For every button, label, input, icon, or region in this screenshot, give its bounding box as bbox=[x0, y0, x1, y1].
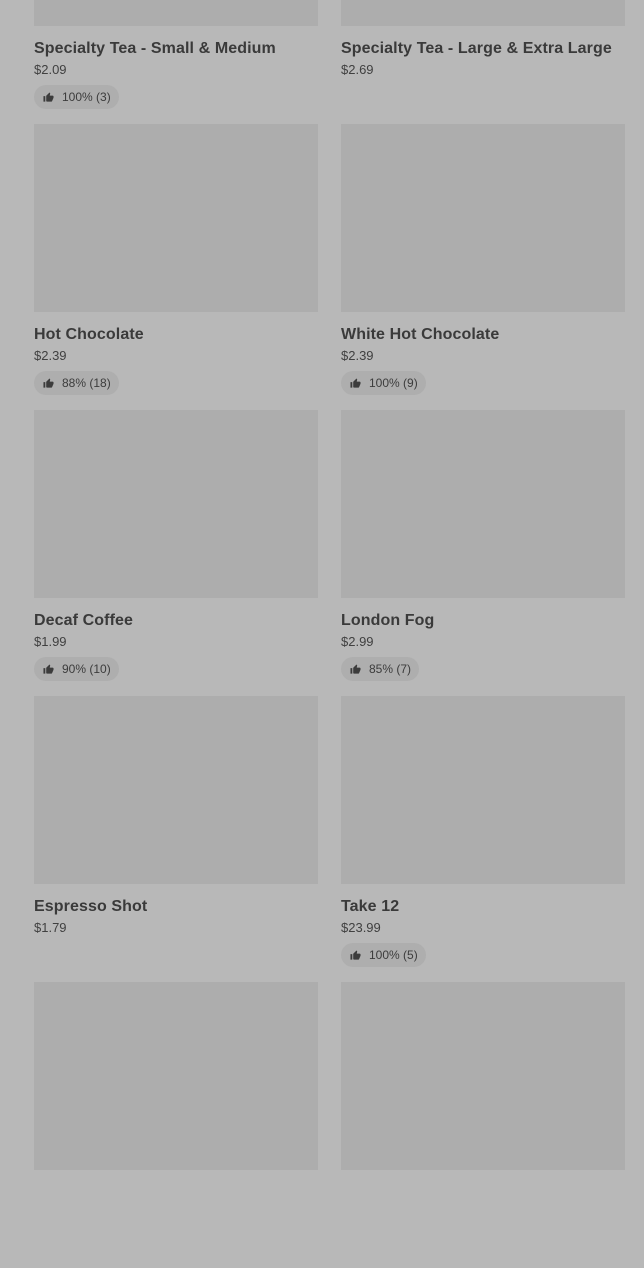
product-price: $1.99 bbox=[34, 634, 67, 649]
product-card[interactable]: White Hot Chocolate $2.39 100% (9) bbox=[341, 124, 625, 410]
product-price: $2.39 bbox=[341, 348, 374, 363]
product-name[interactable]: Decaf Coffee bbox=[34, 611, 318, 631]
product-image[interactable] bbox=[341, 0, 625, 26]
product-price: $2.39 bbox=[34, 348, 67, 363]
rating-text: 100% (9) bbox=[369, 376, 418, 390]
product-price: $2.99 bbox=[341, 634, 374, 649]
product-image[interactable] bbox=[341, 410, 625, 598]
rating-text: 85% (7) bbox=[369, 662, 412, 676]
product-price: $2.09 bbox=[34, 62, 67, 77]
product-name[interactable]: Hot Chocolate bbox=[34, 325, 318, 345]
product-price: $23.99 bbox=[341, 920, 381, 935]
product-name[interactable]: Specialty Tea - Large & Extra Large bbox=[341, 39, 625, 59]
product-image[interactable] bbox=[34, 982, 318, 1170]
rating-text: 88% (18) bbox=[62, 376, 111, 390]
product-image[interactable] bbox=[34, 0, 318, 26]
product-image[interactable] bbox=[341, 982, 625, 1170]
product-card[interactable]: Hot Chocolate $2.39 88% (18) bbox=[34, 124, 318, 410]
rating-text: 100% (3) bbox=[62, 90, 111, 104]
product-name[interactable]: Espresso Shot bbox=[34, 897, 318, 917]
rating-badge: 90% (10) bbox=[34, 657, 119, 681]
product-image[interactable] bbox=[34, 124, 318, 312]
product-image[interactable] bbox=[341, 696, 625, 884]
product-card[interactable]: Decaf Coffee $1.99 90% (10) bbox=[34, 410, 318, 696]
rating-badge: 100% (3) bbox=[34, 85, 119, 109]
product-name[interactable]: White Hot Chocolate bbox=[341, 325, 625, 345]
product-card[interactable]: London Fog $2.99 85% (7) bbox=[341, 410, 625, 696]
product-name[interactable]: Specialty Tea - Small & Medium bbox=[34, 39, 318, 59]
thumbs-up-icon bbox=[43, 91, 54, 103]
rating-badge: 100% (9) bbox=[341, 371, 426, 395]
product-card[interactable]: Specialty Tea - Small & Medium $2.09 100… bbox=[34, 0, 318, 124]
rating-badge: 85% (7) bbox=[341, 657, 420, 681]
product-image[interactable] bbox=[341, 124, 625, 312]
product-price: $1.79 bbox=[34, 920, 67, 935]
thumbs-up-icon bbox=[350, 377, 361, 389]
thumbs-up-icon bbox=[350, 663, 361, 675]
rating-badge: 88% (18) bbox=[34, 371, 119, 395]
product-card[interactable]: Take 12 $23.99 100% (5) bbox=[341, 696, 625, 982]
rating-text: 100% (5) bbox=[369, 948, 418, 962]
thumbs-up-icon bbox=[43, 663, 54, 675]
rating-badge: 100% (5) bbox=[341, 943, 426, 967]
rating-text: 90% (10) bbox=[62, 662, 111, 676]
thumbs-up-icon bbox=[43, 377, 54, 389]
product-price: $2.69 bbox=[341, 62, 374, 77]
thumbs-up-icon bbox=[350, 949, 361, 961]
product-card[interactable]: Espresso Shot $1.79 bbox=[34, 696, 318, 982]
product-card[interactable]: Specialty Tea - Large & Extra Large $2.6… bbox=[341, 0, 625, 124]
product-name[interactable]: Take 12 bbox=[341, 897, 625, 917]
product-card[interactable] bbox=[341, 982, 625, 1268]
product-image[interactable] bbox=[34, 696, 318, 884]
product-image[interactable] bbox=[34, 410, 318, 598]
product-name[interactable]: London Fog bbox=[341, 611, 625, 631]
product-card[interactable] bbox=[34, 982, 318, 1268]
